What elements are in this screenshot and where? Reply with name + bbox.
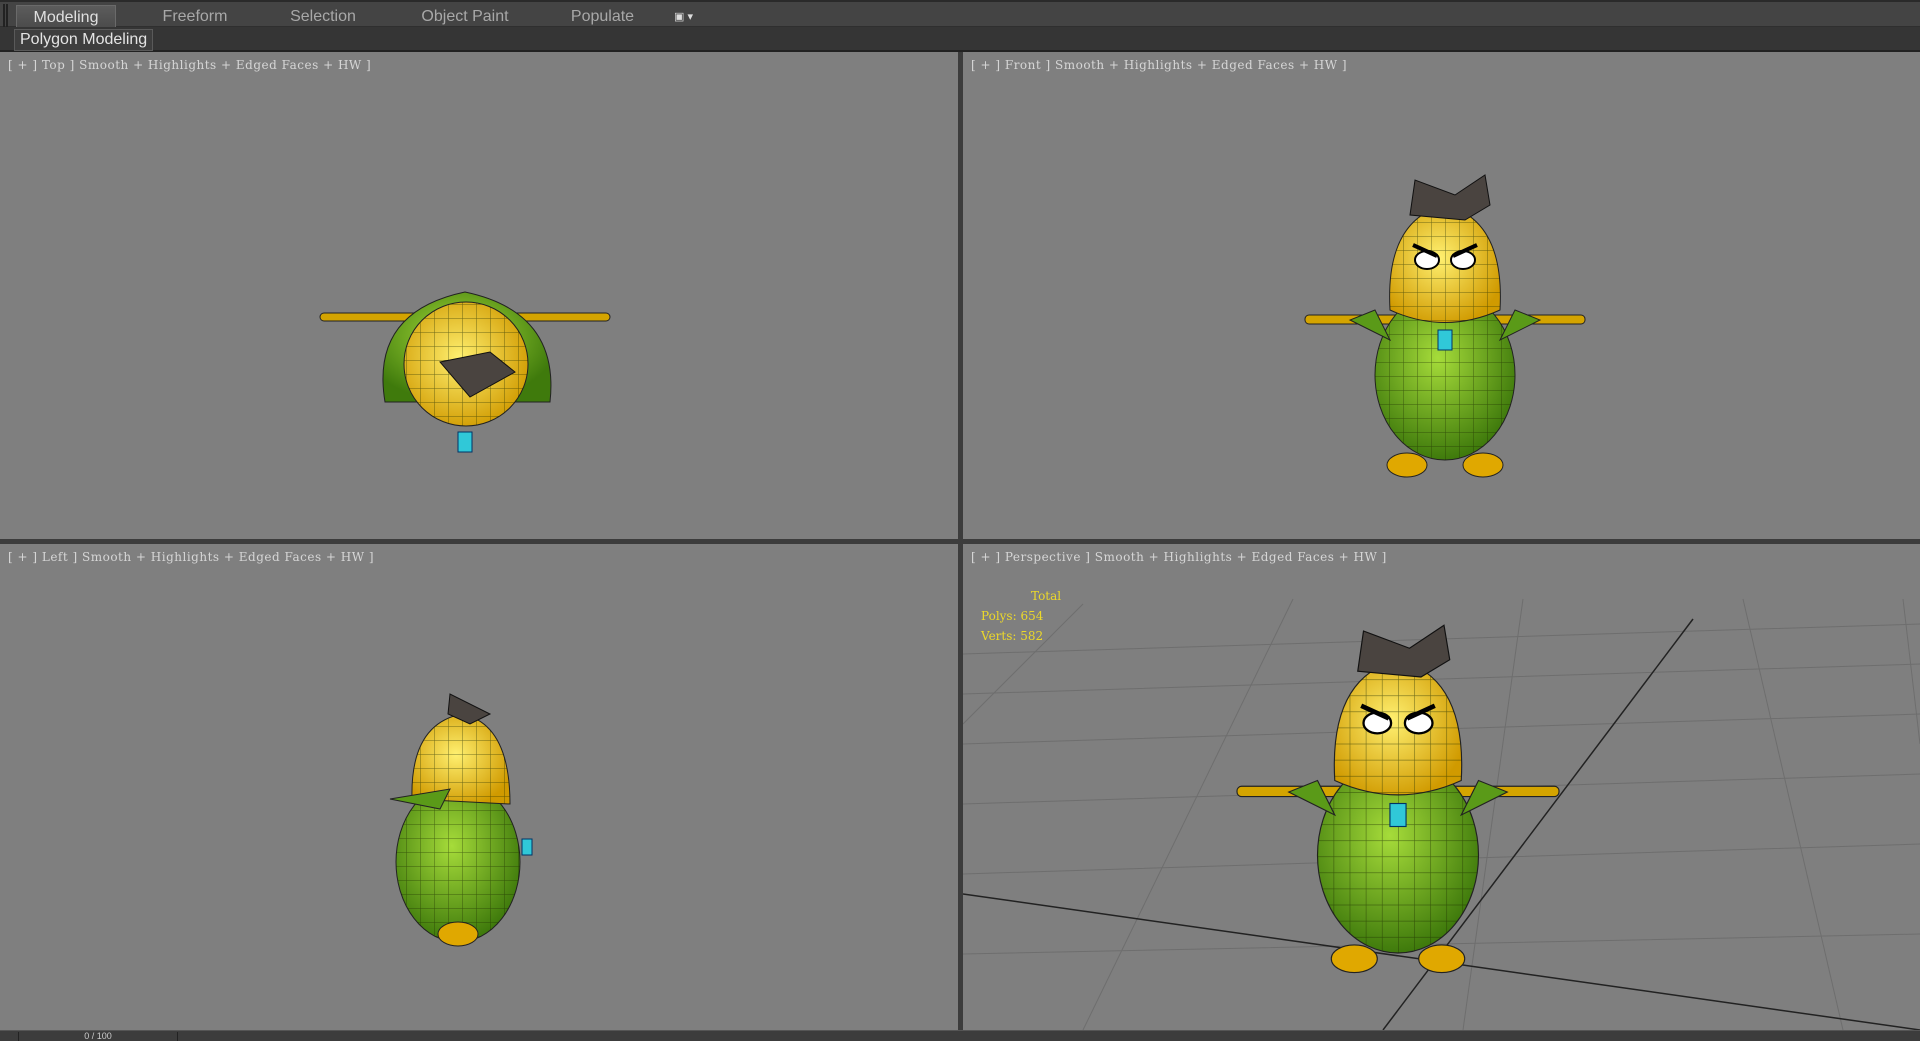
tab-object-paint[interactable]: Object Paint xyxy=(410,5,520,29)
perspective-scene xyxy=(963,598,1920,1030)
character-left-view xyxy=(389,693,533,947)
stats-title: Total xyxy=(1031,589,1062,603)
ribbon-tabbar: Modeling Freeform Selection Object Paint… xyxy=(0,0,1920,52)
viewport-front[interactable]: [ + ] Front ] Smooth + Highlights + Edge… xyxy=(963,52,1920,539)
tab-selection[interactable]: Selection xyxy=(278,5,368,29)
polygon-modeling-panel[interactable]: Polygon Modeling xyxy=(14,29,154,51)
character-top-view xyxy=(319,291,611,453)
tab-modeling[interactable]: Modeling xyxy=(16,5,116,29)
tab-freeform[interactable]: Freeform xyxy=(150,5,240,29)
tab-populate[interactable]: Populate xyxy=(560,5,645,29)
character-front-view xyxy=(1303,173,1587,479)
viewport-perspective[interactable]: [ + ] Perspective ] Smooth + Highlights … xyxy=(963,544,1920,1030)
stats-verts: Verts: 582 xyxy=(981,629,1044,643)
ribbon-panel-bar: Polygon Modeling xyxy=(0,27,1920,52)
polygon-stats-overlay: Total Polys: 654 Verts: 582 xyxy=(981,586,1061,646)
timeline-bar: 0 / 100 xyxy=(0,1030,1920,1041)
stats-polys: Polys: 654 xyxy=(981,609,1044,623)
viewport-top[interactable]: [ + ] Top ] Smooth + Highlights + Edged … xyxy=(0,52,958,539)
display-dropdown-icon[interactable]: ▣ ▾ xyxy=(674,10,693,23)
viewport-left[interactable]: [ + ] Left ] Smooth + Highlights + Edged… xyxy=(0,544,958,1030)
